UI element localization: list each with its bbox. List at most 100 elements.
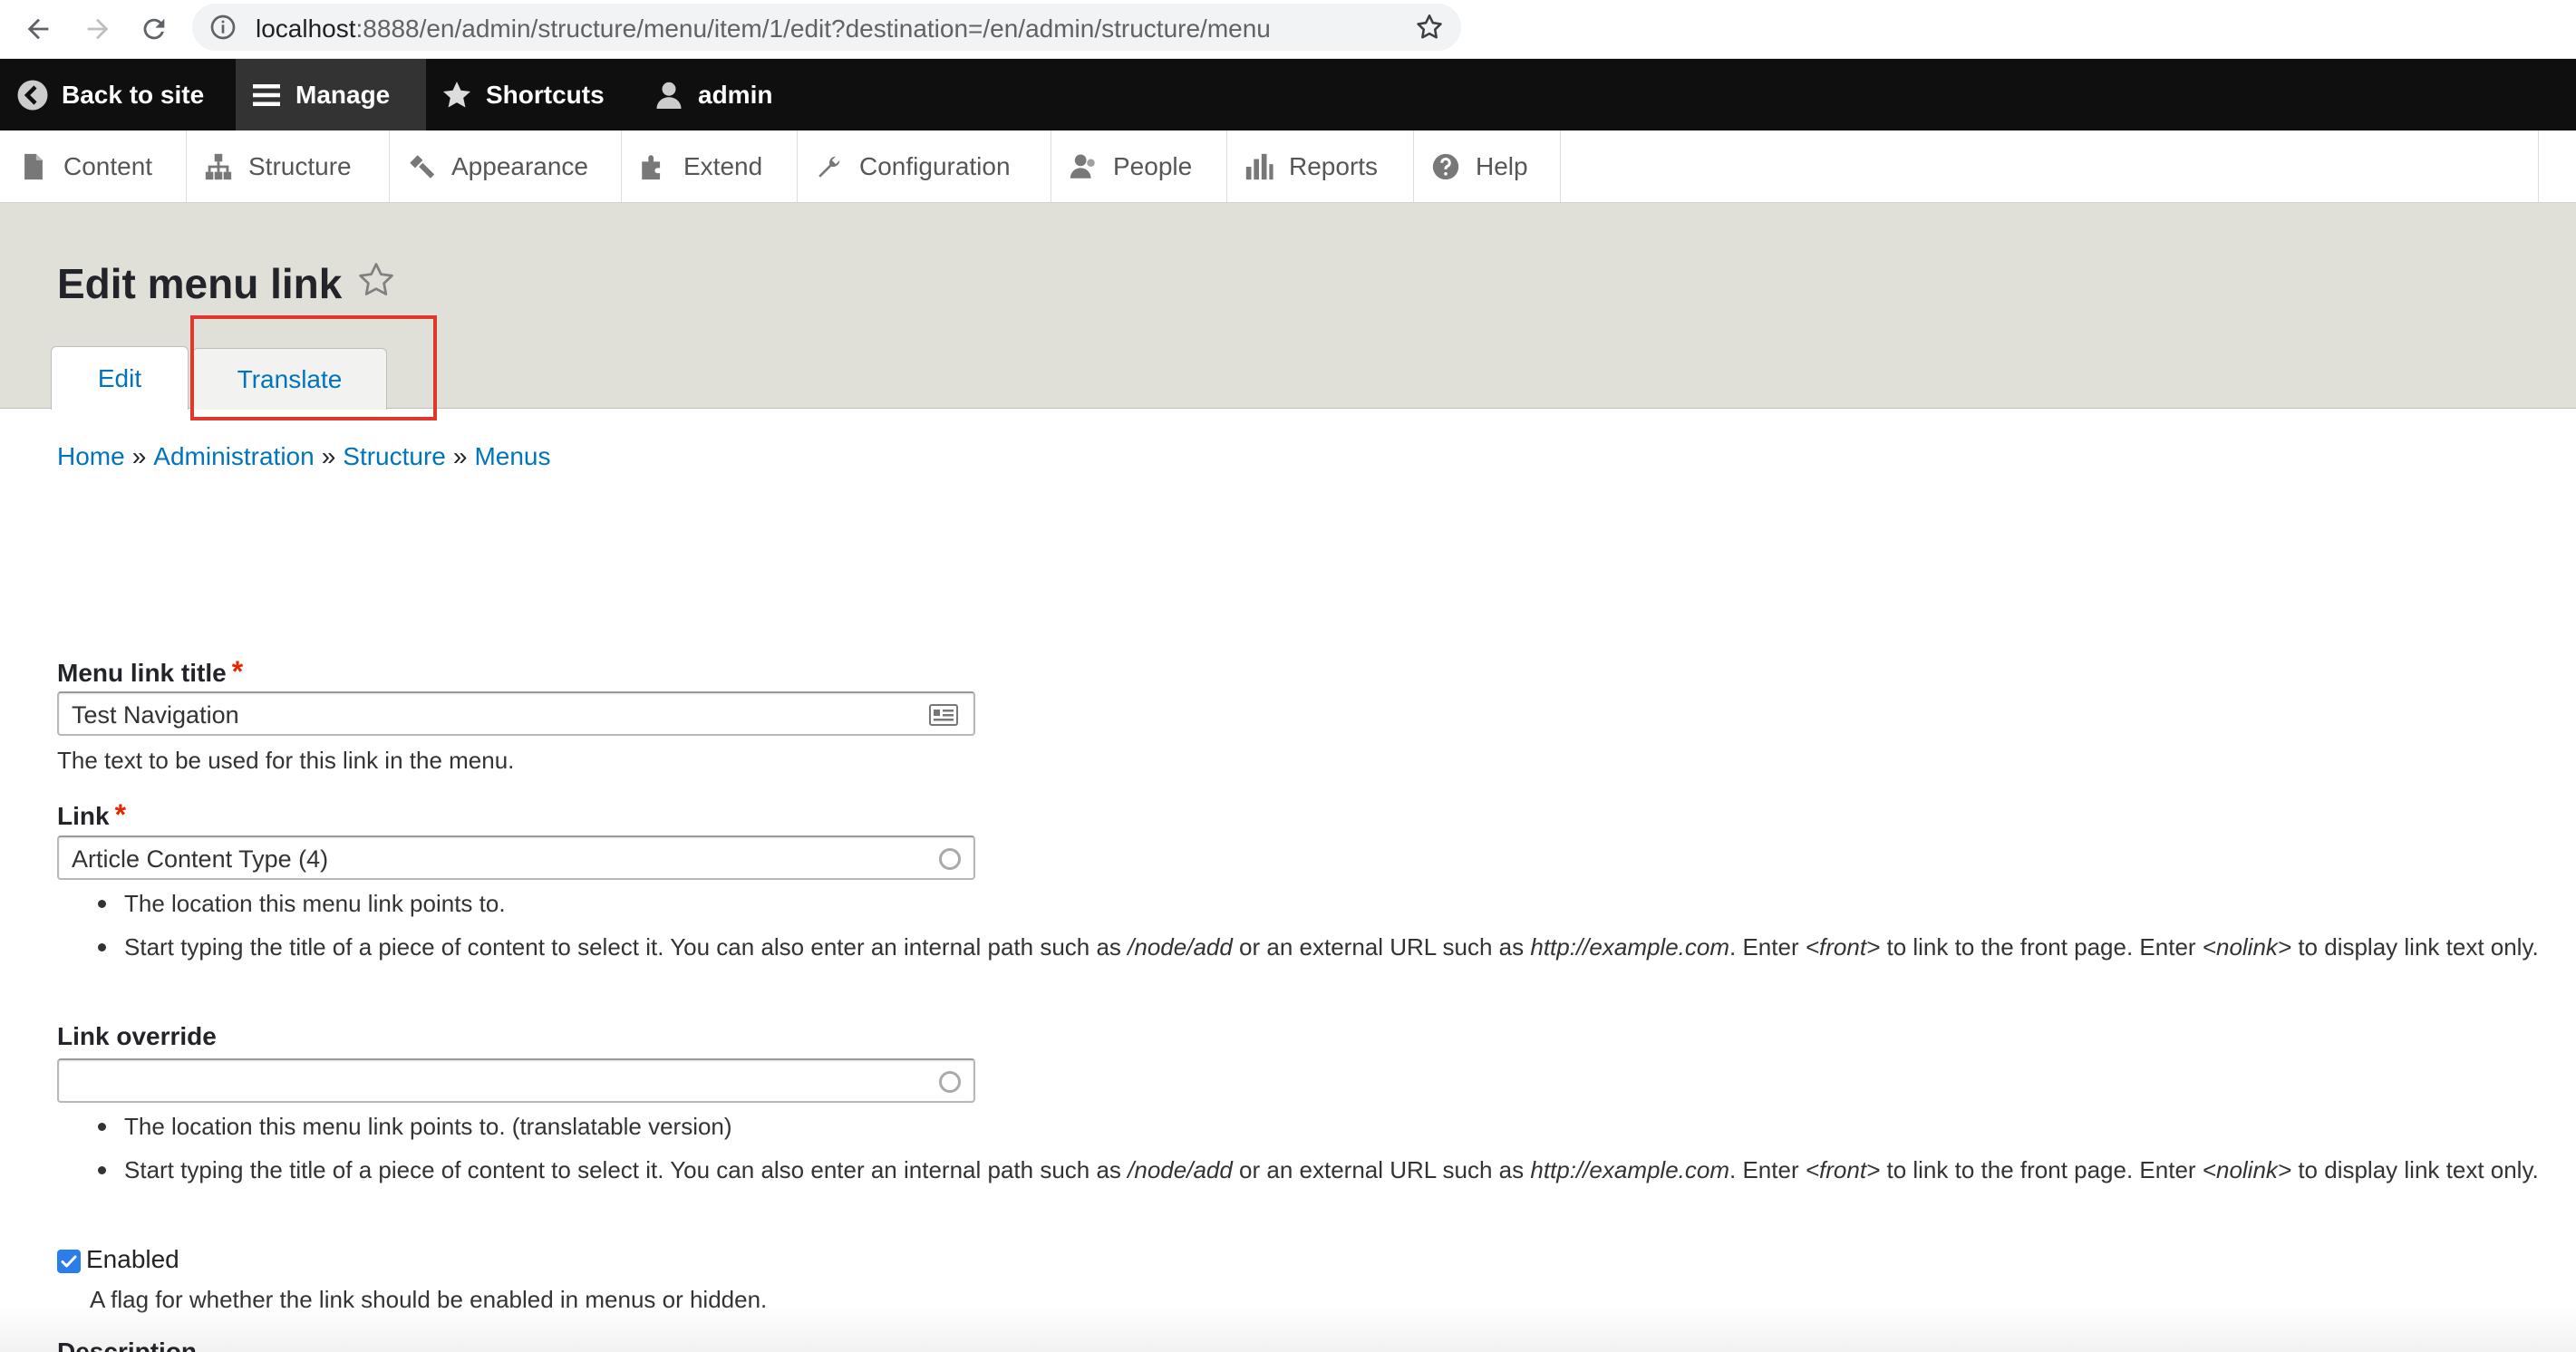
help-text: <nolink> bbox=[2202, 1156, 2292, 1183]
tray-item-label: Structure bbox=[248, 151, 352, 180]
link-value: Article Content Type (4) bbox=[72, 845, 329, 873]
tray-item-reports[interactable]: Reports bbox=[1227, 130, 1414, 202]
menu-link-title-label-text: Menu link title bbox=[57, 659, 227, 687]
help-text: /node/add bbox=[1128, 933, 1233, 961]
tray-item-label: Extend bbox=[683, 151, 763, 180]
enabled-checkbox[interactable] bbox=[57, 1250, 81, 1273]
menu-link-title-value: Test Navigation bbox=[72, 701, 239, 729]
enabled-label[interactable]: Enabled bbox=[86, 1245, 179, 1274]
help-text: or an external URL such as bbox=[1232, 1156, 1531, 1183]
tray-item-label: Help bbox=[1476, 151, 1528, 180]
menu-link-title-input[interactable]: Test Navigation bbox=[57, 691, 975, 736]
star-icon bbox=[443, 81, 470, 107]
back-to-site-link[interactable]: Back to site bbox=[16, 59, 234, 130]
link-input[interactable]: Article Content Type (4) bbox=[57, 835, 975, 880]
info-icon[interactable] bbox=[208, 13, 237, 42]
tray-item-people[interactable]: People bbox=[1051, 130, 1227, 202]
admin-tray: Content Structure Appearance Extend Conf… bbox=[0, 130, 2576, 203]
required-mark: * bbox=[114, 798, 127, 831]
tray-item-appearance[interactable]: Appearance bbox=[390, 130, 622, 202]
help-text: <front> bbox=[1805, 933, 1881, 961]
required-mark: * bbox=[231, 655, 244, 688]
tray-item-help[interactable]: Help bbox=[1414, 130, 1561, 202]
manage-tab[interactable]: Manage bbox=[236, 59, 426, 130]
back-circle-icon bbox=[17, 80, 48, 110]
link-override-label-text: Link override bbox=[57, 1022, 217, 1050]
list-item: Start typing the title of a piece of con… bbox=[57, 1152, 2541, 1188]
breadcrumb-structure[interactable]: Structure bbox=[343, 442, 446, 470]
help-text: to display link text only. bbox=[2291, 1156, 2539, 1183]
help-text: Start typing the title of a piece of con… bbox=[124, 1156, 1128, 1183]
user-tab[interactable]: admin bbox=[653, 59, 816, 130]
help-text: to link to the front page. Enter bbox=[1880, 1156, 2203, 1183]
description-label: Description bbox=[57, 1338, 198, 1352]
file-icon bbox=[24, 153, 43, 179]
reload-icon[interactable] bbox=[134, 9, 174, 49]
address-bar[interactable]: localhost:8888/en/admin/structure/menu/i… bbox=[192, 4, 1461, 51]
breadcrumb-menus[interactable]: Menus bbox=[474, 442, 550, 470]
link-help-list: The location this menu link points to. S… bbox=[57, 885, 2541, 972]
bottom-fade bbox=[0, 1305, 2576, 1352]
tab-edit[interactable]: Edit bbox=[51, 346, 189, 410]
tray-item-label: Reports bbox=[1289, 151, 1379, 180]
tray-item-content[interactable]: Content bbox=[0, 130, 187, 202]
breadcrumb-home[interactable]: Home bbox=[57, 442, 125, 470]
link-label: Link * bbox=[57, 798, 126, 832]
shortcuts-tab[interactable]: Shortcuts bbox=[441, 59, 622, 130]
contact-card-icon[interactable] bbox=[928, 702, 959, 728]
tray-orientation-toggle[interactable] bbox=[2538, 130, 2576, 202]
bookmark-star-icon[interactable] bbox=[1414, 12, 1445, 43]
autocomplete-throbber-icon bbox=[939, 848, 961, 870]
tray-item-label: Appearance bbox=[451, 151, 589, 180]
link-override-help-1: The location this menu link points to. (… bbox=[124, 1113, 732, 1140]
list-item: The location this menu link points to. bbox=[57, 885, 2541, 922]
help-icon bbox=[1432, 153, 1459, 179]
forward-arrow-icon[interactable] bbox=[78, 9, 118, 49]
people-icon bbox=[1070, 154, 1095, 179]
wrench-icon bbox=[818, 156, 840, 178]
breadcrumb-separator: » bbox=[131, 442, 147, 470]
shortcuts-label: Shortcuts bbox=[486, 80, 605, 109]
shortcut-star-icon[interactable] bbox=[356, 260, 396, 300]
puzzle-icon bbox=[642, 154, 661, 179]
tray-item-label: People bbox=[1113, 151, 1193, 180]
tray-item-extend[interactable]: Extend bbox=[622, 130, 798, 202]
link-override-help-list: The location this menu link points to. (… bbox=[57, 1108, 2541, 1195]
bar-chart-icon bbox=[1245, 153, 1273, 179]
autocomplete-throbber-icon bbox=[939, 1071, 961, 1093]
help-text: . Enter bbox=[1729, 933, 1806, 961]
sitemap-icon bbox=[205, 153, 232, 179]
help-text: to display link text only. bbox=[2291, 933, 2539, 961]
breadcrumb-administration[interactable]: Administration bbox=[153, 442, 314, 470]
manage-label: Manage bbox=[295, 80, 391, 109]
help-text: <front> bbox=[1805, 1156, 1881, 1183]
list-item: Start typing the title of a piece of con… bbox=[57, 929, 2541, 965]
help-text: http://example.com bbox=[1530, 1156, 1730, 1183]
help-text: http://example.com bbox=[1530, 933, 1730, 961]
paintbrush-icon bbox=[410, 154, 435, 179]
list-item: The location this menu link points to. (… bbox=[57, 1108, 2541, 1144]
help-text: . Enter bbox=[1729, 1156, 1806, 1183]
link-override-input[interactable] bbox=[57, 1058, 975, 1103]
highlight-box bbox=[190, 315, 437, 420]
breadcrumb: Home» Administration» Structure» Menus bbox=[57, 442, 551, 471]
help-text: Start typing the title of a piece of con… bbox=[124, 933, 1128, 961]
help-text: or an external URL such as bbox=[1232, 933, 1531, 961]
user-icon bbox=[656, 82, 682, 109]
help-text: <nolink> bbox=[2202, 933, 2292, 961]
menu-link-title-label: Menu link title * bbox=[57, 655, 243, 689]
back-arrow-icon[interactable] bbox=[18, 9, 58, 49]
link-override-label: Link override bbox=[57, 1022, 217, 1051]
tray-item-label: Configuration bbox=[859, 151, 1011, 180]
help-text: to link to the front page. Enter bbox=[1880, 933, 2203, 961]
page-title: Edit menu link bbox=[57, 260, 343, 307]
back-to-site-label: Back to site bbox=[62, 80, 205, 109]
hamburger-icon bbox=[253, 83, 280, 106]
menu-link-title-description: The text to be used for this link in the… bbox=[57, 747, 515, 774]
user-label: admin bbox=[698, 80, 773, 109]
tray-item-structure[interactable]: Structure bbox=[187, 130, 390, 202]
tray-item-configuration[interactable]: Configuration bbox=[798, 130, 1051, 202]
checkmark-icon bbox=[61, 1255, 77, 1268]
tray-item-label: Content bbox=[63, 151, 153, 180]
url-text[interactable]: localhost:8888/en/admin/structure/menu/i… bbox=[256, 14, 1271, 43]
